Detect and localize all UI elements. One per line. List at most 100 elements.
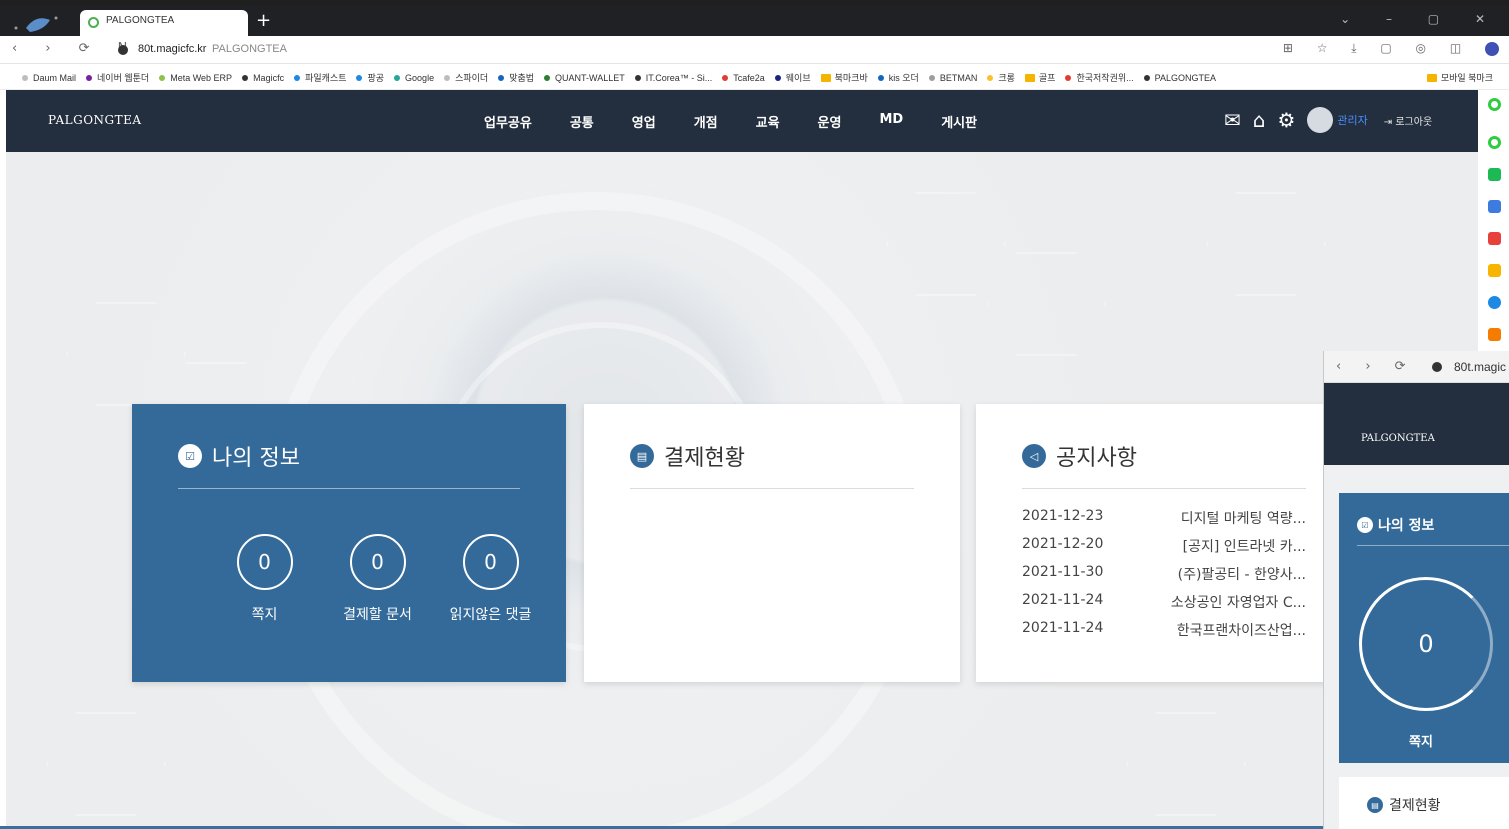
extension-star-icon[interactable] xyxy=(1488,264,1501,277)
mobile-bookmarks[interactable]: 모바일 북마크 xyxy=(1426,71,1493,84)
toolbar-icons[interactable]: ⊞ ☆ ⤓ ▢ ◎ ◫ xyxy=(1283,41,1471,55)
extension-green-ring-icon[interactable] xyxy=(1488,98,1501,111)
nav-item-common[interactable]: 공통 xyxy=(570,112,594,131)
list-item[interactable]: 2021-11-24 한국프랜차이즈산업... xyxy=(1022,620,1306,648)
bookmark-item[interactable]: Tcafe2a xyxy=(722,71,765,84)
stat-unread-comments[interactable]: 0 읽지않은 댓글 xyxy=(434,534,547,624)
bookmark-favicon-icon xyxy=(159,74,166,81)
bookmark-item[interactable]: 맞춤법 xyxy=(498,71,534,84)
bookmark-favicon-icon xyxy=(987,74,994,81)
folder-icon xyxy=(1426,74,1437,82)
list-item[interactable]: 2021-12-23 디지털 마케팅 역량... xyxy=(1022,508,1306,536)
mini-site-info-icon[interactable] xyxy=(1432,362,1442,372)
notice-link[interactable]: (주)팔공티 - 한양사... xyxy=(1178,564,1306,592)
avatar[interactable] xyxy=(1307,107,1334,133)
card-divider xyxy=(1022,488,1306,489)
bookmark-item[interactable]: kis 오더 xyxy=(877,71,919,84)
bookmark-label: kis 오더 xyxy=(888,73,919,83)
bookmark-favicon-icon xyxy=(444,74,451,81)
mini-site-header: PALGONGTEA xyxy=(1324,383,1509,465)
bookmark-item[interactable]: 웨이브 xyxy=(774,71,811,84)
nav-item-board[interactable]: 게시판 xyxy=(941,112,977,131)
bookmark-item[interactable]: 북마크바 xyxy=(820,71,868,84)
notice-title-text: 공지사항 xyxy=(1056,446,1137,471)
mini-nav-buttons[interactable]: ‹ › ⟳ xyxy=(1336,359,1416,374)
main-nav: 업무공유 공통 영업 개점 교육 운영 MD 게시판 xyxy=(484,112,1015,131)
nav-item-work-share[interactable]: 업무공유 xyxy=(484,112,532,131)
bookmark-item[interactable]: Google xyxy=(394,71,434,84)
tab-title: PALGONGTEA xyxy=(106,15,175,26)
notice-date: 2021-12-20 xyxy=(1022,536,1104,552)
window-controls[interactable]: ⌄ – ▢ ✕ xyxy=(1340,12,1501,26)
dashboard-icon[interactable]: ⌂ xyxy=(1253,108,1266,132)
extension-green-ring-icon[interactable] xyxy=(1488,136,1501,149)
bookmark-label: 크롱 xyxy=(998,73,1015,83)
nav-item-sales[interactable]: 영업 xyxy=(632,112,656,131)
bookmark-item[interactable]: BETMAN xyxy=(928,71,977,84)
mini-site-logo[interactable]: PALGONGTEA xyxy=(1361,433,1435,444)
admin-label[interactable]: 관리자 xyxy=(1337,112,1367,128)
notice-link[interactable]: [공지] 인트라넷 카... xyxy=(1183,536,1306,564)
bookmark-item[interactable]: 스파이더 xyxy=(444,71,488,84)
stat-docs-to-approve[interactable]: 0 결제할 문서 xyxy=(321,534,434,624)
stat-docs-label: 결제할 문서 xyxy=(343,607,412,623)
site-info-icon[interactable] xyxy=(118,45,128,55)
list-item[interactable]: 2021-11-30 (주)팔공티 - 한양사... xyxy=(1022,564,1306,592)
toolbar-extensions[interactable]: ⊞ ☆ ⤓ ▢ ◎ ◫ xyxy=(1283,41,1499,56)
notice-date: 2021-11-24 xyxy=(1022,592,1104,608)
url-field[interactable]: 80t.magicfc.kr PALGONGTEA xyxy=(110,40,1290,60)
bookmark-label: Daum Mail xyxy=(33,72,77,83)
profile-avatar-icon[interactable] xyxy=(1485,41,1499,56)
extension-red-icon[interactable] xyxy=(1488,232,1501,245)
mini-url-host[interactable]: 80t.magic xyxy=(1454,360,1506,374)
notice-link[interactable]: 한국프랜차이즈산업... xyxy=(1177,620,1306,648)
list-item[interactable]: 2021-11-24 소상공인 자영업자 C... xyxy=(1022,592,1306,620)
bookmark-item[interactable]: QUANT-WALLET xyxy=(544,71,625,84)
extension-green-icon[interactable] xyxy=(1488,168,1501,181)
nav-item-md[interactable]: MD xyxy=(879,112,903,131)
bookmark-favicon-icon xyxy=(498,74,505,81)
logout-button[interactable]: ⇥ 로그아웃 xyxy=(1384,113,1432,128)
bookmark-favicon-icon xyxy=(86,74,93,81)
bookmark-item[interactable]: 골프 xyxy=(1024,71,1055,84)
extension-briefcase-icon[interactable] xyxy=(1488,200,1501,213)
extension-d-icon[interactable] xyxy=(1488,328,1501,341)
tab-palgongtea[interactable]: PALGONGTEA xyxy=(80,10,248,36)
site-logo[interactable]: PALGONGTEA xyxy=(48,113,142,127)
list-item[interactable]: 2021-12-20 [공지] 인트라넷 카... xyxy=(1022,536,1306,564)
bookmark-item[interactable]: Meta Web ERP xyxy=(159,71,232,84)
mini-messages-label: 쪽지 xyxy=(1409,735,1433,750)
bookmark-item[interactable]: 한국저작권위... xyxy=(1065,71,1134,84)
bookmark-item[interactable]: 팡공 xyxy=(356,71,384,84)
new-tab-button[interactable]: + xyxy=(256,12,271,30)
notice-link[interactable]: 소상공인 자영업자 C... xyxy=(1171,592,1306,620)
url-host: 80t.magicfc.kr xyxy=(138,43,207,55)
mini-messages-count[interactable]: 0 xyxy=(1359,577,1493,711)
nav-item-store-open[interactable]: 개점 xyxy=(694,112,718,131)
clipboard-icon: ▤ xyxy=(1367,797,1383,813)
page: PALGONGTEA 업무공유 공통 영업 개점 교육 운영 MD 게시판 ✉ … xyxy=(6,90,1478,826)
bookmark-item[interactable]: IT.Corea™ - Si... xyxy=(634,71,712,84)
bookmark-item[interactable]: PALGONGTEA xyxy=(1143,71,1216,84)
nav-item-education[interactable]: 교육 xyxy=(756,112,780,131)
settings-icon[interactable]: ⚙ xyxy=(1277,108,1295,132)
second-browser-window[interactable]: ‹ › ⟳ 80t.magic PALGONGTEA ☑ 나의 정보 0 쪽지 … xyxy=(1323,351,1509,829)
bookmark-item[interactable]: 크롱 xyxy=(987,71,1015,84)
bookmark-item[interactable]: Magicfc xyxy=(242,71,284,84)
mail-icon[interactable]: ✉ xyxy=(1224,108,1241,132)
stat-messages[interactable]: 0 쪽지 xyxy=(208,534,321,624)
bookmark-label: Magicfc xyxy=(253,72,285,83)
bookmark-label: 파일캐스트 xyxy=(305,73,347,83)
bookmark-item[interactable]: Daum Mail xyxy=(22,71,76,84)
bookmark-item[interactable]: 네이버 웹툰더 xyxy=(86,71,149,84)
megaphone-icon: ◁ xyxy=(1022,444,1046,468)
bookmark-favicon-icon xyxy=(634,74,641,81)
extension-edge-icon[interactable] xyxy=(1488,296,1501,309)
nav-item-operation[interactable]: 운영 xyxy=(818,112,842,131)
bookmark-item[interactable]: 파일캐스트 xyxy=(294,71,346,84)
my-info-title-text: 나의 정보 xyxy=(212,446,300,471)
notice-link[interactable]: 디지털 마케팅 역량... xyxy=(1181,508,1306,536)
address-bar: ‹ › ⟳ N 80t.magicfc.kr PALGONGTEA ⊞ ☆ ⤓ … xyxy=(0,36,1509,64)
tab-favicon-icon xyxy=(88,17,99,28)
bookmark-label: PALGONGTEA xyxy=(1154,72,1216,83)
